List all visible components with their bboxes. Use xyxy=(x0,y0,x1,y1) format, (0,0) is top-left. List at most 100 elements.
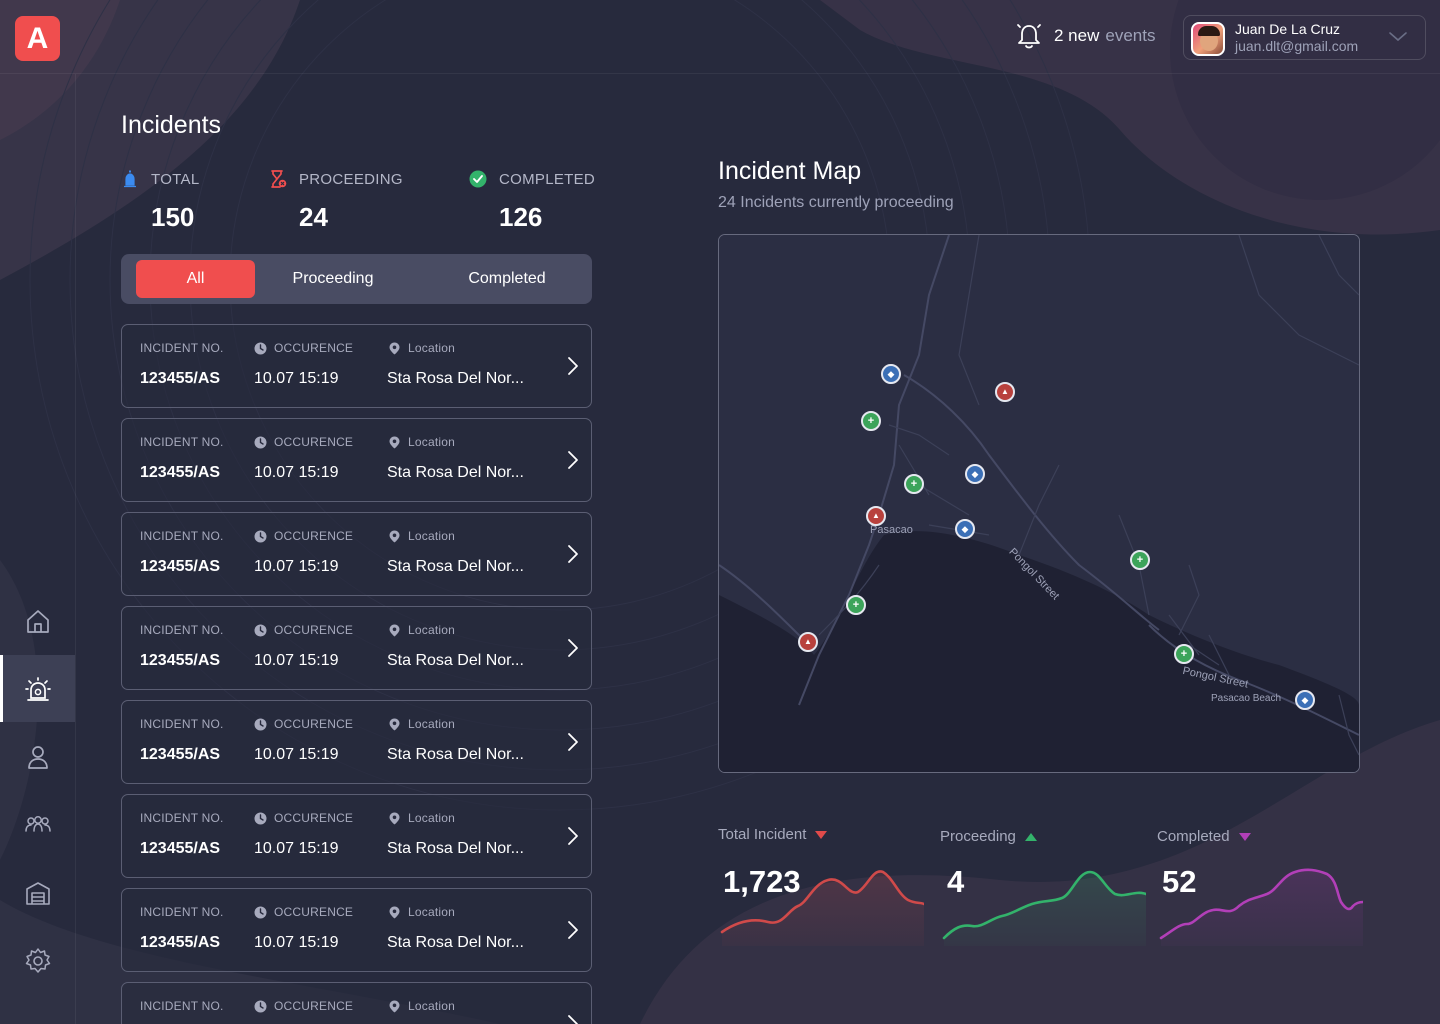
notifications[interactable]: 2 new events xyxy=(1016,22,1155,50)
location-pin-icon xyxy=(389,624,400,636)
location-pin-icon xyxy=(389,342,400,354)
notifications-label: events xyxy=(1105,26,1156,45)
sidebar-item-users[interactable] xyxy=(0,723,75,790)
sidebar-item-settings[interactable] xyxy=(0,927,75,994)
avatar xyxy=(1191,22,1225,56)
incident-location: Sta Rosa Del Nor... xyxy=(387,652,524,669)
fire-pin-icon[interactable]: ▲ xyxy=(866,506,886,526)
sparkline xyxy=(942,870,1146,946)
sidebar-item-home[interactable] xyxy=(0,587,75,654)
occurrence-header: OCCURENCE xyxy=(254,435,353,449)
chevron-right-icon[interactable] xyxy=(566,1013,580,1024)
clock-icon xyxy=(254,624,267,636)
police-pin-icon[interactable]: ◆ xyxy=(1295,690,1315,710)
chevron-right-icon[interactable] xyxy=(566,825,580,847)
chevron-right-icon[interactable] xyxy=(566,919,580,941)
location-pin-icon xyxy=(389,718,400,730)
building-icon xyxy=(25,881,50,905)
incident-number-header: INCIDENT NO. xyxy=(140,623,224,637)
chevron-right-icon[interactable] xyxy=(566,355,580,377)
incident-number-header: INCIDENT NO. xyxy=(140,905,224,919)
police-pin-icon[interactable]: ◆ xyxy=(881,364,901,384)
sidebar-item-incidents[interactable] xyxy=(0,655,75,722)
police-pin-icon[interactable]: ◆ xyxy=(955,519,975,539)
top-bar: A 2 new events Juan De La Cruz juan.dlt@… xyxy=(0,0,1440,74)
occurrence-header: OCCURENCE xyxy=(254,905,353,919)
incident-card[interactable]: INCIDENT NO. OCCURENCE Location xyxy=(121,982,592,1024)
clock-icon xyxy=(254,906,267,918)
location-pin-icon xyxy=(389,906,400,918)
clock-icon xyxy=(254,718,267,730)
page-title: Incidents xyxy=(121,111,222,139)
incident-card[interactable]: INCIDENT NO. OCCURENCE Location 123455/AS 10… xyxy=(121,606,592,690)
incident-card[interactable]: INCIDENT NO. OCCURENCE Location 123455/AS 10… xyxy=(121,700,592,784)
location-pin-icon xyxy=(389,436,400,448)
incident-occurrence: 10.07 15:19 xyxy=(254,464,339,481)
incident-number: 123455/AS xyxy=(140,840,221,857)
tab-all[interactable]: All xyxy=(136,260,255,298)
filter-tabs: All Proceeding Completed xyxy=(121,254,592,304)
medic-pin-icon[interactable]: + xyxy=(904,474,924,494)
incident-card[interactable]: INCIDENT NO. OCCURENCE Location 123455/AS 10… xyxy=(121,512,592,596)
location-pin-icon xyxy=(389,530,400,542)
location-header: Location xyxy=(388,811,455,825)
sparkline xyxy=(1159,868,1363,946)
tab-completed[interactable]: Completed xyxy=(421,260,593,298)
incident-number-header: INCIDENT NO. xyxy=(140,341,224,355)
occurrence-header: OCCURENCE xyxy=(254,529,353,543)
location-pin-icon xyxy=(389,812,400,824)
incident-card[interactable]: INCIDENT NO. OCCURENCE Location 123455/AS 10… xyxy=(121,794,592,878)
stat-proceeding: PROCEEDING 24 xyxy=(269,170,403,233)
clock-icon xyxy=(254,530,267,542)
incident-occurrence: 10.07 15:19 xyxy=(254,840,339,857)
incident-occurrence: 10.07 15:19 xyxy=(254,746,339,763)
incident-card[interactable]: INCIDENT NO. OCCURENCE Location 123455/AS 10… xyxy=(121,888,592,972)
chevron-right-icon[interactable] xyxy=(566,731,580,753)
fire-pin-icon[interactable]: ▲ xyxy=(798,632,818,652)
stat-total-label: TOTAL xyxy=(151,170,200,188)
occurrence-header: OCCURENCE xyxy=(254,341,353,355)
medic-pin-icon[interactable]: + xyxy=(846,595,866,615)
chevron-down-icon[interactable] xyxy=(1388,30,1408,44)
incident-card[interactable]: INCIDENT NO. OCCURENCE Location 123455/AS 10… xyxy=(121,418,592,502)
location-header: Location xyxy=(388,717,455,731)
incident-card[interactable]: INCIDENT NO. OCCURENCE Location 123455/AS 10… xyxy=(121,324,592,408)
incident-map[interactable]: Pasacao Pongol Street Pongol Street Pasa… xyxy=(718,234,1360,773)
medic-pin-icon[interactable]: + xyxy=(1130,550,1150,570)
incident-location: Sta Rosa Del Nor... xyxy=(387,558,524,575)
summary-label: Total Incident xyxy=(718,826,828,843)
incident-number-header: INCIDENT NO. xyxy=(140,529,224,543)
incident-number: 123455/AS xyxy=(140,558,221,575)
gear-icon xyxy=(25,947,50,973)
sparkline xyxy=(720,870,924,946)
incident-number-header: INCIDENT NO. xyxy=(140,435,224,449)
sidebar xyxy=(0,74,76,1024)
sidebar-item-facilities[interactable] xyxy=(0,859,75,926)
police-pin-icon[interactable]: ◆ xyxy=(965,464,985,484)
clock-icon xyxy=(254,436,267,448)
stat-total-value: 150 xyxy=(151,202,195,232)
medic-pin-icon[interactable]: + xyxy=(1174,644,1194,664)
trend-up-icon xyxy=(1024,832,1037,841)
logo-letter: A xyxy=(26,21,49,55)
medic-pin-icon[interactable]: + xyxy=(861,411,881,431)
summary-card: Total Incident 1,723 xyxy=(718,826,924,946)
user-menu[interactable]: Juan De La Cruz juan.dlt@gmail.com xyxy=(1183,15,1426,60)
trend-down-icon xyxy=(815,830,828,839)
sidebar-item-teams[interactable] xyxy=(0,791,75,858)
tab-proceeding[interactable]: Proceeding xyxy=(263,260,403,298)
chevron-right-icon[interactable] xyxy=(566,543,580,565)
incident-location: Sta Rosa Del Nor... xyxy=(387,934,524,951)
fire-pin-icon[interactable]: ▲ xyxy=(995,382,1015,402)
incident-occurrence: 10.07 15:19 xyxy=(254,652,339,669)
app-logo[interactable]: A xyxy=(15,16,60,61)
chevron-right-icon[interactable] xyxy=(566,637,580,659)
stat-proceeding-label: PROCEEDING xyxy=(299,170,403,188)
chevron-right-icon[interactable] xyxy=(566,449,580,471)
clock-icon xyxy=(254,812,267,824)
incident-number: 123455/AS xyxy=(140,934,221,951)
incident-occurrence: 10.07 15:19 xyxy=(254,558,339,575)
incident-location: Sta Rosa Del Nor... xyxy=(387,746,524,763)
location-header: Location xyxy=(388,999,455,1013)
location-header: Location xyxy=(388,529,455,543)
